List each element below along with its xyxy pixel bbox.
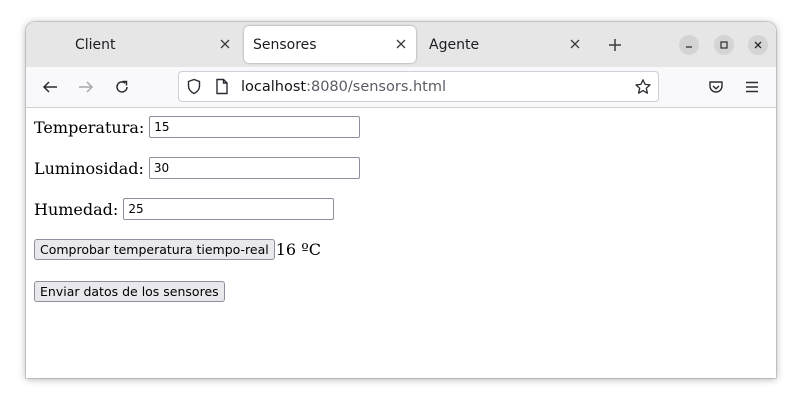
humidity-label: Humedad: <box>34 199 119 219</box>
check-temperature-button[interactable]: Comprobar temperatura tiempo-real <box>34 239 275 260</box>
minimize-icon[interactable] <box>679 35 699 55</box>
humidity-input[interactable] <box>123 198 335 220</box>
star-icon[interactable] <box>634 78 652 96</box>
plus-icon[interactable] <box>606 36 624 54</box>
tab-agente[interactable]: Agente <box>420 26 594 63</box>
send-sensor-data-button[interactable]: Enviar datos de los sensores <box>34 281 225 302</box>
close-icon[interactable] <box>393 36 409 52</box>
tab-client-label: Client <box>75 36 116 53</box>
temperature-input[interactable] <box>149 116 361 138</box>
page-content: Temperatura: Luminosidad: Humedad: Compr… <box>26 108 776 378</box>
url-text: localhost:8080/sensors.html <box>241 79 446 95</box>
shield-icon[interactable] <box>186 78 202 95</box>
realtime-temperature-value: 16 ºC <box>275 240 321 259</box>
temperature-row: Temperatura: <box>34 116 361 138</box>
back-icon[interactable] <box>40 77 60 97</box>
tab-agente-label: Agente <box>429 36 480 53</box>
close-icon[interactable] <box>567 36 583 52</box>
tab-strip: Client Sensores Agente <box>26 22 776 67</box>
luminosity-label: Luminosidad: <box>34 158 144 178</box>
close-icon[interactable] <box>217 36 233 52</box>
forward-icon[interactable] <box>76 77 96 97</box>
menu-icon[interactable] <box>742 77 762 97</box>
navigation-toolbar: localhost:8080/sensors.html <box>26 67 776 108</box>
pocket-icon[interactable] <box>706 77 726 97</box>
tab-sensores[interactable]: Sensores <box>244 26 416 63</box>
humidity-row: Humedad: <box>34 198 335 220</box>
tab-client[interactable]: Client <box>62 26 236 63</box>
reload-icon[interactable] <box>112 77 132 97</box>
send-row: Enviar datos de los sensores <box>34 281 225 302</box>
browser-window: Client Sensores Agente localhost:8080/se… <box>26 22 776 378</box>
tab-sensores-label: Sensores <box>253 36 317 53</box>
url-path: :8080/sensors.html <box>306 79 447 95</box>
url-host: localhost <box>241 79 307 95</box>
realtime-temperature-row: Comprobar temperatura tiempo-real 16 ºC <box>34 239 321 260</box>
maximize-icon[interactable] <box>714 35 734 55</box>
luminosity-row: Luminosidad: <box>34 157 360 179</box>
url-bar[interactable]: localhost:8080/sensors.html <box>178 71 659 102</box>
page-icon <box>215 78 229 95</box>
temperature-label: Temperatura: <box>34 117 145 137</box>
luminosity-input[interactable] <box>148 157 360 179</box>
close-window-icon[interactable] <box>748 35 768 55</box>
